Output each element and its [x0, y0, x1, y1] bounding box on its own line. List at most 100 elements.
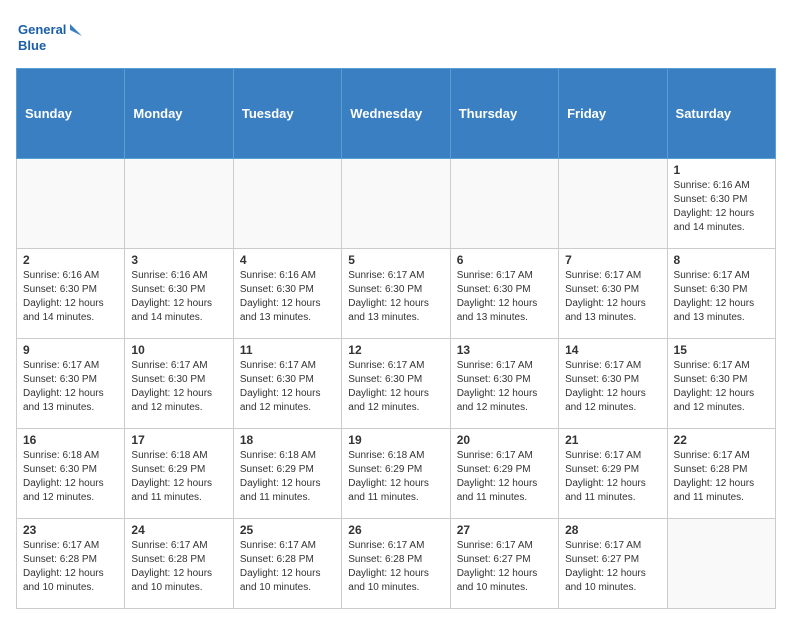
day-number: 26: [348, 523, 443, 537]
calendar-cell: 15Sunrise: 6:17 AMSunset: 6:30 PMDayligh…: [667, 339, 775, 429]
logo-svg: General Blue: [16, 16, 86, 60]
calendar-cell: 27 Sunrise: 6:17 AMSunset: 6:27 PMDayligh…: [450, 519, 558, 609]
day-number: 21: [565, 433, 660, 447]
day-info: Sunrise: 6:18 AMSunset: 6:29 PMDaylight:…: [240, 449, 335, 505]
calendar-cell: 10 Sunrise: 6:17 AMSunset: 6:30 PMDayligh…: [125, 339, 233, 429]
day-number: 28: [565, 523, 660, 537]
weekday-header-thursday: Thursday: [450, 69, 558, 159]
day-number: 2: [23, 253, 118, 267]
day-number: 25: [240, 523, 335, 537]
day-info: Sunrise: 6:18 AMSunset: 6:29 PMDaylight:…: [348, 449, 443, 505]
day-number: 10: [131, 343, 226, 357]
calendar-cell: [233, 159, 341, 249]
calendar-cell: 28 Sunrise: 6:17 AMSunset: 6:27 PMDayligh…: [559, 519, 667, 609]
day-info: Sunrise: 6:17 AMSunset: 6:30 PMDaylight:…: [674, 269, 769, 325]
day-number: 18: [240, 433, 335, 447]
weekday-header-saturday: Saturday: [667, 69, 775, 159]
calendar-cell: 22 Sunrise: 6:17 AMSunset: 6:28 PMDayligh…: [667, 429, 775, 519]
calendar-cell: [342, 159, 450, 249]
calendar-cell: 7 Sunrise: 6:17 AMSunset: 6:30 PMDaylight…: [559, 249, 667, 339]
day-info: Sunrise: 6:17 AMSunset: 6:28 PMDaylight:…: [23, 539, 118, 595]
weekday-header-monday: Monday: [125, 69, 233, 159]
day-number: 4: [240, 253, 335, 267]
calendar-cell: 4 Sunrise: 6:16 AMSunset: 6:30 PMDaylight…: [233, 249, 341, 339]
calendar-cell: 5 Sunrise: 6:17 AMSunset: 6:30 PMDaylight…: [342, 249, 450, 339]
weekday-header-tuesday: Tuesday: [233, 69, 341, 159]
calendar-cell: 25 Sunrise: 6:17 AMSunset: 6:28 PMDayligh…: [233, 519, 341, 609]
day-info: Sunrise: 6:18 AMSunset: 6:30 PMDaylight:…: [23, 449, 118, 505]
day-info: Sunrise: 6:17 AMSunset: 6:28 PMDaylight:…: [674, 449, 769, 505]
day-number: 3: [131, 253, 226, 267]
weekday-header-friday: Friday: [559, 69, 667, 159]
calendar-cell: 11 Sunrise: 6:17 AMSunset: 6:30 PMDayligh…: [233, 339, 341, 429]
calendar-cell: [450, 159, 558, 249]
day-info: Sunrise: 6:17 AMSunset: 6:28 PMDaylight:…: [348, 539, 443, 595]
calendar-cell: 23 Sunrise: 6:17 AMSunset: 6:28 PMDayligh…: [17, 519, 125, 609]
calendar-cell: 17 Sunrise: 6:18 AMSunset: 6:29 PMDayligh…: [125, 429, 233, 519]
day-info: Sunrise: 6:16 AMSunset: 6:30 PMDaylight:…: [131, 269, 226, 325]
svg-text:Blue: Blue: [18, 38, 46, 53]
calendar-cell: [559, 159, 667, 249]
calendar-cell: [17, 159, 125, 249]
day-info: Sunrise: 6:17 AMSunset: 6:30 PMDaylight:…: [565, 359, 660, 415]
day-info: Sunrise: 6:17 AMSunset: 6:27 PMDaylight:…: [457, 539, 552, 595]
day-info: Sunrise: 6:17 AMSunset: 6:30 PMDaylight:…: [348, 359, 443, 415]
day-number: 27: [457, 523, 552, 537]
day-info: Sunrise: 6:17 AMSunset: 6:28 PMDaylight:…: [131, 539, 226, 595]
day-number: 7: [565, 253, 660, 267]
day-info: Sunrise: 6:17 AMSunset: 6:30 PMDaylight:…: [240, 359, 335, 415]
day-info: Sunrise: 6:17 AMSunset: 6:30 PMDaylight:…: [23, 359, 118, 415]
calendar-cell: 1 Sunrise: 6:16 AMSunset: 6:30 PMDaylight…: [667, 159, 775, 249]
day-number: 17: [131, 433, 226, 447]
day-number: 24: [131, 523, 226, 537]
calendar-cell: 13 Sunrise: 6:17 AMSunset: 6:30 PMDayligh…: [450, 339, 558, 429]
calendar-cell: 9 Sunrise: 6:17 AMSunset: 6:30 PMDaylight…: [17, 339, 125, 429]
calendar-cell: 14 Sunrise: 6:17 AMSunset: 6:30 PMDayligh…: [559, 339, 667, 429]
calendar-cell: 26 Sunrise: 6:17 AMSunset: 6:28 PMDayligh…: [342, 519, 450, 609]
logo: General Blue: [16, 16, 86, 60]
day-info: Sunrise: 6:17 AMSunset: 6:30 PMDaylight:…: [565, 269, 660, 325]
day-number: 19: [348, 433, 443, 447]
calendar-cell: 6 Sunrise: 6:17 AMSunset: 6:30 PMDaylight…: [450, 249, 558, 339]
day-info: Sunrise: 6:17 AMSunset: 6:28 PMDaylight:…: [240, 539, 335, 595]
day-number: 13: [457, 343, 552, 357]
calendar-cell: 12 Sunrise: 6:17 AMSunset: 6:30 PMDayligh…: [342, 339, 450, 429]
day-number: 22: [674, 433, 769, 447]
day-number: 5: [348, 253, 443, 267]
calendar-cell: [125, 159, 233, 249]
calendar-cell: 2 Sunrise: 6:16 AMSunset: 6:30 PMDaylight…: [17, 249, 125, 339]
weekday-header-sunday: Sunday: [17, 69, 125, 159]
page-header: General Blue: [16, 16, 776, 60]
day-info: Sunrise: 6:17 AMSunset: 6:29 PMDaylight:…: [457, 449, 552, 505]
day-info: Sunrise: 6:17 AMSunset: 6:30 PMDaylight:…: [348, 269, 443, 325]
day-number: 1: [674, 163, 769, 177]
svg-text:General: General: [18, 22, 66, 37]
calendar-cell: 21 Sunrise: 6:17 AMSunset: 6:29 PMDayligh…: [559, 429, 667, 519]
day-number: 15: [674, 343, 769, 357]
calendar-cell: 16 Sunrise: 6:18 AMSunset: 6:30 PMDayligh…: [17, 429, 125, 519]
day-info: Sunrise: 6:16 AMSunset: 6:30 PMDaylight:…: [23, 269, 118, 325]
day-info: Sunrise: 6:17 AMSunset: 6:27 PMDaylight:…: [565, 539, 660, 595]
day-info: Sunrise: 6:17 AMSunset: 6:30 PMDaylight:…: [457, 359, 552, 415]
calendar-cell: 19 Sunrise: 6:18 AMSunset: 6:29 PMDayligh…: [342, 429, 450, 519]
day-number: 11: [240, 343, 335, 357]
day-number: 8: [674, 253, 769, 267]
calendar-cell: 20 Sunrise: 6:17 AMSunset: 6:29 PMDayligh…: [450, 429, 558, 519]
calendar-cell: 8 Sunrise: 6:17 AMSunset: 6:30 PMDaylight…: [667, 249, 775, 339]
day-info: Sunrise: 6:17 AMSunset: 6:30 PMDaylight:…: [131, 359, 226, 415]
day-info: Sunrise: 6:17 AMSunset: 6:30 PMDaylight:…: [457, 269, 552, 325]
day-info: Sunrise: 6:16 AMSunset: 6:30 PMDaylight:…: [674, 179, 769, 235]
day-number: 23: [23, 523, 118, 537]
day-info: Sunrise: 6:16 AMSunset: 6:30 PMDaylight:…: [240, 269, 335, 325]
day-number: 16: [23, 433, 118, 447]
day-number: 6: [457, 253, 552, 267]
calendar-table: SundayMondayTuesdayWednesdayThursdayFrid…: [16, 68, 776, 609]
day-number: 14: [565, 343, 660, 357]
day-number: 9: [23, 343, 118, 357]
calendar-cell: [667, 519, 775, 609]
calendar-cell: 18 Sunrise: 6:18 AMSunset: 6:29 PMDayligh…: [233, 429, 341, 519]
day-info: Sunrise: 6:18 AMSunset: 6:29 PMDaylight:…: [131, 449, 226, 505]
day-number: 20: [457, 433, 552, 447]
day-info: Sunrise: 6:17 AMSunset: 6:29 PMDaylight:…: [565, 449, 660, 505]
day-number: 12: [348, 343, 443, 357]
